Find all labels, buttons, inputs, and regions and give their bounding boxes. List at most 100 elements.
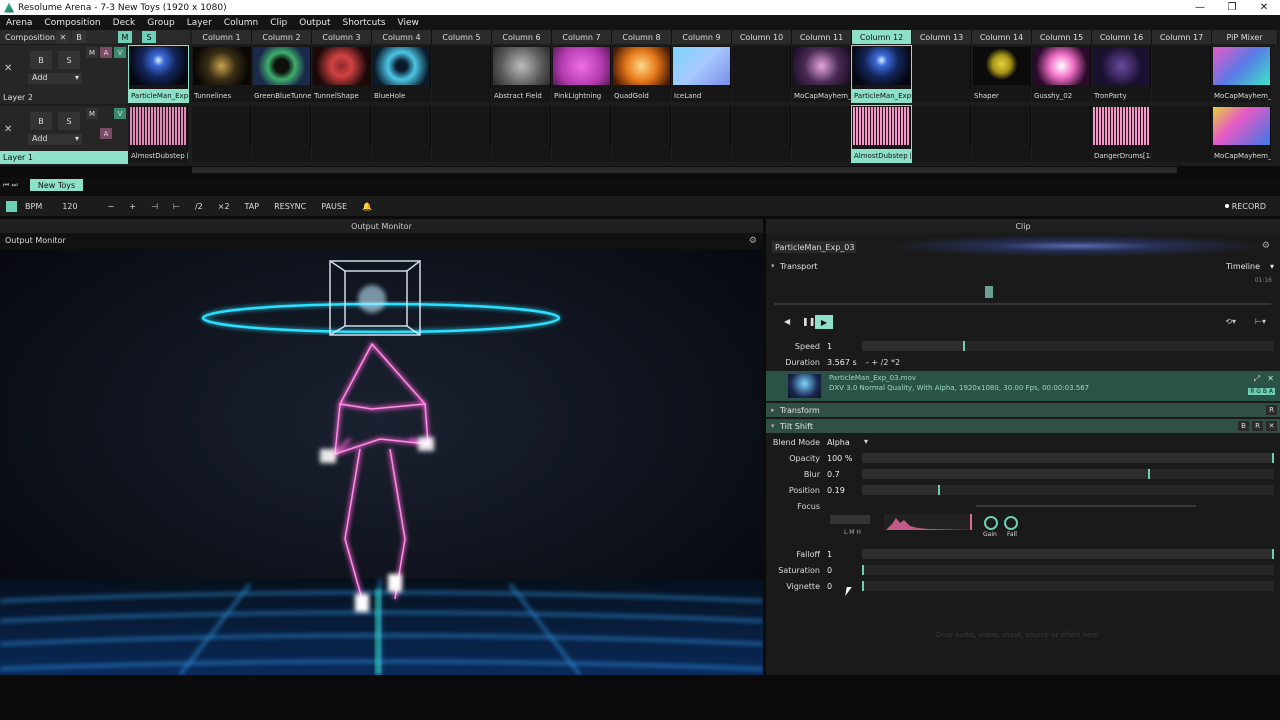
menu-composition[interactable]: Composition [38,18,106,28]
clip-cell[interactable] [312,106,371,162]
clip-cell[interactable] [1032,106,1091,162]
param-slider[interactable] [862,485,1274,495]
layer-1-a-button[interactable]: A [100,128,112,139]
timeline-playhead[interactable] [985,286,993,298]
composition-solo-button[interactable]: S [142,31,156,43]
pause-button[interactable]: PAUSE [321,202,347,211]
clip-cell[interactable] [732,106,791,162]
nudge-left-button[interactable]: ⊣ [151,202,158,211]
param-value[interactable]: 1 [827,550,832,559]
menu-group[interactable]: Group [141,18,180,28]
tilt-shift-reset-button[interactable]: R [1252,421,1263,431]
transform-section[interactable]: Transform R [766,403,1280,417]
param-slider[interactable] [862,565,1274,575]
column-header-7[interactable]: Column 7 [552,30,612,44]
composition-bypass-button[interactable]: B [72,31,86,43]
record-button[interactable]: RECORD [1225,202,1266,211]
menu-deck[interactable]: Deck [107,18,142,28]
clip-cell[interactable] [552,106,611,162]
layer-1-v-button[interactable]: V [114,108,126,119]
loop-mode-icon[interactable]: ⟲▾ [1225,317,1236,326]
column-header-8[interactable]: Column 8 [612,30,672,44]
layer-1-preview[interactable]: AlmostDubstep [1... [129,106,188,162]
clip-cell[interactable]: AlmostDubstep [1... [851,105,912,163]
column-header-17[interactable]: Column 17 [1152,30,1212,44]
rgba-channels[interactable]: R G B A [1248,388,1275,395]
focus-range[interactable] [976,505,1196,507]
column-header-12[interactable]: Column 12 [852,30,912,44]
audio-spectrum[interactable] [884,514,972,530]
column-header-14[interactable]: Column 14 [972,30,1032,44]
column-header-11[interactable]: Column 11 [792,30,852,44]
bpm-value[interactable]: 120 [62,202,77,211]
menu-column[interactable]: Column [218,18,264,28]
clip-cell[interactable] [1152,106,1211,162]
layer-2-add-dropdown[interactable]: Add ▾ [28,73,82,84]
metronome-icon[interactable]: 🔔 [362,202,372,211]
menu-view[interactable]: View [392,18,425,28]
clip-cell[interactable]: Shaper [972,46,1031,102]
clip-cell[interactable]: TronParty [1092,46,1151,102]
bpm-half-button[interactable]: /2 [195,202,203,211]
timeline-track[interactable] [774,303,1271,305]
clip-cell[interactable] [432,106,491,162]
play-forward-icon[interactable]: ▶ [815,315,833,329]
tilt-shift-remove-button[interactable]: ✕ [1266,421,1277,431]
column-header-1[interactable]: Column 1 [192,30,252,44]
clip-cell[interactable] [792,106,851,162]
clip-cell[interactable]: QuadGold [612,46,671,102]
clip-cell[interactable] [612,106,671,162]
blend-mode-dropdown[interactable]: Alpha [827,438,850,447]
param-slider[interactable] [862,581,1274,591]
audio-mode-buttons[interactable] [830,515,870,524]
bpm-increase-button[interactable]: + [129,202,136,211]
composition-label[interactable]: Composition [0,33,56,42]
clip-cell[interactable] [912,46,971,102]
duration-ops[interactable]: - + /2 *2 [866,358,900,367]
clip-cell[interactable] [912,106,971,162]
clip-cell[interactable]: PinkLightning [552,46,611,102]
clip-cell[interactable]: Abstract Field [492,46,551,102]
composition-close-button[interactable]: ✕ [56,31,70,43]
clip-cell[interactable] [432,46,491,102]
clip-cell[interactable]: IceLand [672,46,731,102]
layer-2-preview[interactable]: ParticleMan_Exp_03 [128,45,189,103]
param-value[interactable]: 0.7 [827,470,840,479]
clip-cell[interactable]: ParticleMan_Exp_03 [851,45,912,103]
clip-cell[interactable] [192,106,251,162]
close-icon[interactable]: ✕ [1267,374,1274,383]
speed-slider[interactable] [862,341,1274,351]
clip-cell[interactable] [972,106,1031,162]
transport-mode-dropdown[interactable]: Timeline [1226,262,1260,271]
layer-2-m-button[interactable]: M [86,47,98,58]
tilt-shift-bypass-button[interactable]: B [1238,421,1249,431]
menu-arena[interactable]: Arena [0,18,38,28]
tilt-shift-section[interactable]: Tilt Shift B R ✕ [766,419,1280,433]
clip-cell[interactable] [732,46,791,102]
menu-layer[interactable]: Layer [181,18,218,28]
column-header-6[interactable]: Column 6 [492,30,552,44]
duration-value[interactable]: 3.567 s [827,358,857,367]
layer-2-name[interactable]: Layer 2 [0,91,128,104]
clip-cell[interactable]: DangerDrums[12... [1092,106,1151,162]
fall-knob[interactable] [1004,516,1018,530]
bpm-decrease-button[interactable]: − [108,202,115,211]
clip-file-row[interactable]: ParticleMan_Exp_03.mov DXV 3.0 Normal Qu… [766,371,1280,401]
clip-cell[interactable]: GreenBlueTunnel [252,46,311,102]
deck-nav-buttons[interactable]: ⏮ ⏭ [3,181,18,190]
composition-mute-button[interactable]: M [118,31,132,43]
minimize-button[interactable]: — [1184,2,1216,13]
column-header-15[interactable]: Column 15 [1032,30,1092,44]
param-value[interactable]: 100 % [827,454,852,463]
param-value[interactable]: 0 [827,566,832,575]
bpm-double-button[interactable]: ×2 [218,202,230,211]
clip-name-field[interactable]: ParticleMan_Exp_03 [772,241,856,253]
clip-cell[interactable] [252,106,311,162]
column-header-10[interactable]: Column 10 [732,30,792,44]
layer-2-clear-button[interactable]: ✕ [4,63,12,74]
transform-reset-button[interactable]: R [1266,405,1277,415]
layer-1-add-dropdown[interactable]: Add ▾ [28,134,82,145]
close-window-button[interactable]: ✕ [1248,2,1280,13]
layer-1-solo-button[interactable]: S [58,112,80,130]
column-header-4[interactable]: Column 4 [372,30,432,44]
